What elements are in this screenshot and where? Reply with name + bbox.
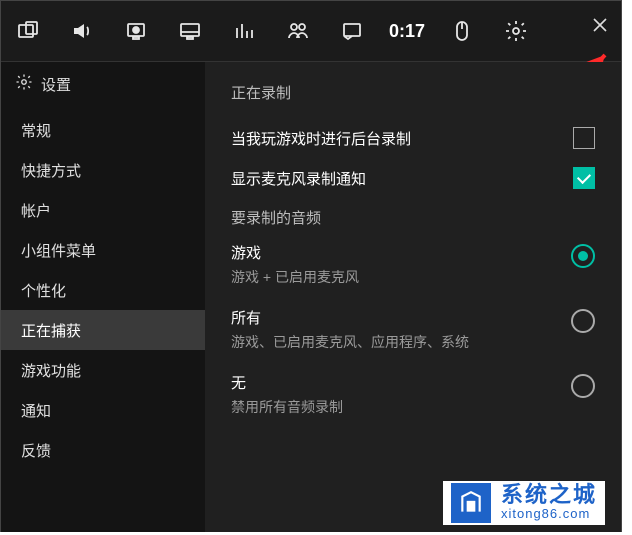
settings-icon[interactable] [489, 1, 543, 61]
audio-option-all-sub: 游戏、已启用麦克风、应用程序、系统 [231, 332, 469, 352]
social-icon[interactable] [271, 1, 325, 61]
recording-timer: 0:17 [379, 1, 435, 61]
audio-option-none-title: 无 [231, 372, 343, 393]
audio-option-none-radio[interactable] [571, 374, 595, 398]
audio-option-game[interactable]: 游戏 游戏 + 已启用麦克风 [231, 242, 595, 287]
settings-title: 设置 [41, 74, 71, 95]
audio-option-none-sub: 禁用所有音频录制 [231, 397, 343, 417]
audio-option-all[interactable]: 所有 游戏、已启用麦克风、应用程序、系统 [231, 307, 595, 352]
display-icon[interactable] [163, 1, 217, 61]
audio-option-all-radio[interactable] [571, 309, 595, 333]
audio-option-game-sub: 游戏 + 已启用麦克风 [231, 267, 359, 287]
performance-icon[interactable] [217, 1, 271, 61]
mic-notification-row: 显示麦克风录制通知 [231, 167, 595, 189]
watermark: 系统之城 xitong86.com [443, 481, 605, 525]
sidebar-item-widgets[interactable]: 小组件菜单 [1, 230, 205, 270]
close-button[interactable] [591, 16, 609, 39]
sidebar-item-general[interactable]: 常规 [1, 110, 205, 150]
sidebar-item-gaming-features[interactable]: 游戏功能 [1, 350, 205, 390]
game-bar-toolbar: 0:17 [1, 1, 621, 62]
sidebar-item-account[interactable]: 帐户 [1, 190, 205, 230]
widgets-icon[interactable] [1, 1, 55, 61]
sidebar-item-capturing[interactable]: 正在捕获 [1, 310, 205, 350]
mic-notification-label: 显示麦克风录制通知 [231, 168, 366, 189]
sidebar-item-personalization[interactable]: 个性化 [1, 270, 205, 310]
sidebar-list: 常规 快捷方式 帐户 小组件菜单 个性化 正在捕获 游戏功能 通知 反馈 [1, 106, 205, 470]
app-window: 0:17 设置 常规 快捷方式 帐户 小组件菜单 个性化 正在捕获 [0, 0, 622, 532]
sidebar-item-shortcuts[interactable]: 快捷方式 [1, 150, 205, 190]
mouse-icon[interactable] [435, 1, 489, 61]
audio-group-title: 要录制的音频 [231, 207, 595, 228]
audio-option-game-radio[interactable] [571, 244, 595, 268]
background-recording-label: 当我玩游戏时进行后台录制 [231, 128, 411, 149]
audio-option-none[interactable]: 无 禁用所有音频录制 [231, 372, 595, 417]
audio-icon[interactable] [55, 1, 109, 61]
recording-section-title: 正在录制 [231, 82, 595, 103]
background-recording-checkbox[interactable] [573, 127, 595, 149]
sidebar-item-notifications[interactable]: 通知 [1, 390, 205, 430]
settings-main: 正在录制 当我玩游戏时进行后台录制 显示麦克风录制通知 要录制的音频 游戏 游戏… [205, 62, 621, 532]
capture-icon[interactable] [109, 1, 163, 61]
overlay-icon[interactable] [325, 1, 379, 61]
settings-sidebar: 设置 常规 快捷方式 帐户 小组件菜单 个性化 正在捕获 游戏功能 通知 反馈 [1, 62, 205, 532]
watermark-icon [451, 483, 491, 523]
sidebar-item-feedback[interactable]: 反馈 [1, 430, 205, 470]
mic-notification-checkbox[interactable] [573, 167, 595, 189]
settings-header: 设置 [1, 62, 205, 106]
gear-icon [15, 73, 33, 95]
watermark-title: 系统之城 [501, 484, 597, 506]
watermark-url: xitong86.com [501, 506, 597, 523]
background-recording-row: 当我玩游戏时进行后台录制 [231, 127, 595, 149]
audio-option-all-title: 所有 [231, 307, 469, 328]
audio-option-game-title: 游戏 [231, 242, 359, 263]
settings-panel: 设置 常规 快捷方式 帐户 小组件菜单 个性化 正在捕获 游戏功能 通知 反馈 … [1, 62, 621, 532]
